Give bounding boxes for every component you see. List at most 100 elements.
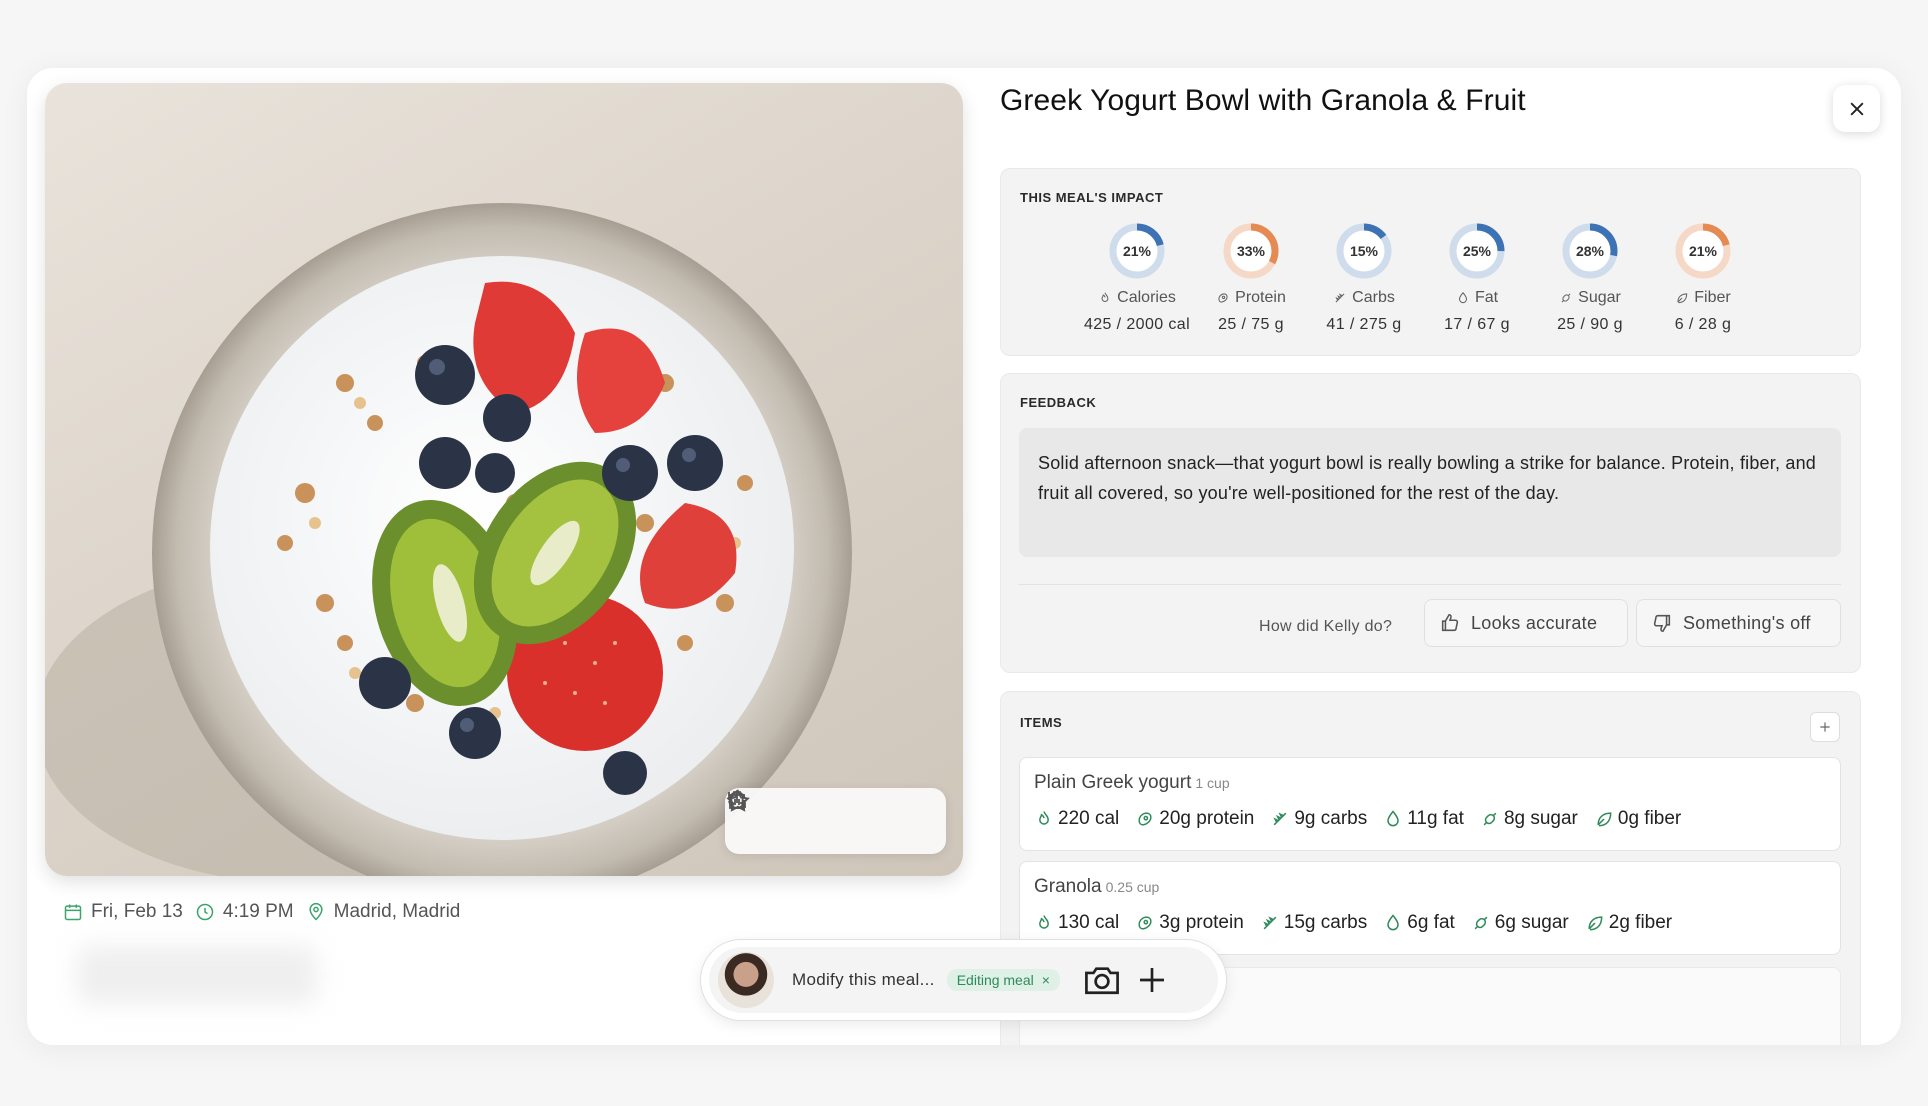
blurred-placeholder: [77, 946, 317, 1004]
editing-meal-tag: Editing meal ×: [946, 969, 1060, 991]
wheat-icon: [1263, 916, 1277, 930]
flame-icon: [1039, 811, 1049, 825]
nutrient-value: 9g carbs: [1294, 808, 1368, 829]
meal-impact-card: THIS MEAL'S IMPACT 21% Calories 425 / 2000…: [1000, 168, 1861, 356]
drop-icon: [1458, 291, 1467, 304]
metric-label-row: Fiber: [1633, 289, 1773, 307]
metric-label: Fat: [1474, 289, 1499, 306]
list-item[interactable]: Plain Greek yogurt 1 cup 220 cal 20g protei…: [1019, 757, 1841, 851]
nutrient-value: 6g sugar: [1494, 912, 1569, 933]
metric-label: Calories: [1117, 289, 1176, 306]
nutrient-fat: 6g fat: [1383, 912, 1455, 934]
calendar-icon: [63, 902, 83, 922]
divider: [1019, 584, 1841, 585]
nutrient-fiber: 0g fiber: [1594, 808, 1681, 830]
metric-percent: 21%: [1688, 243, 1718, 259]
yogurt-bowl-image: [45, 203, 852, 876]
drop-icon: [1387, 914, 1400, 931]
add-button[interactable]: [1136, 964, 1168, 996]
progress-ring: 25%: [1447, 221, 1507, 281]
progress-ring: 21%: [1673, 221, 1733, 281]
editing-meal-label: Editing meal: [956, 972, 1034, 988]
plus-icon: [1820, 722, 1830, 732]
feedback-text: Solid afternoon snack—that yogurt bowl i…: [1019, 428, 1841, 557]
thumbs-down-icon: [1653, 614, 1671, 633]
flame-icon: [1039, 915, 1049, 929]
progress-ring: 21%: [1107, 221, 1167, 281]
metric-value: 6 / 28 g: [1674, 316, 1732, 333]
candy-icon: [1474, 916, 1488, 930]
item-name: Plain Greek yogurt: [1034, 772, 1192, 793]
nutrient-row: 220 cal 20g protein 9g carbs 11g fat 8g suga…: [1034, 808, 1826, 830]
steak-icon: [1218, 293, 1228, 303]
meal-time: 4:19 PM: [222, 901, 294, 922]
page-title: Greek Yogurt Bowl with Granola & Fruit: [1000, 84, 1526, 117]
star-icon[interactable]: [726, 789, 877, 838]
metric-percent: 28%: [1575, 243, 1605, 259]
wheat-icon: [1273, 812, 1287, 826]
metric-label: Carbs: [1352, 289, 1395, 306]
refresh-icon[interactable]: [728, 791, 926, 838]
camera-icon: [1085, 967, 1119, 995]
feedback-heading: FEEDBACK: [1020, 395, 1097, 410]
steak-icon: [1138, 916, 1152, 930]
nutrient-value: 130 cal: [1058, 912, 1120, 933]
metric-label: Sugar: [1578, 289, 1621, 306]
close-icon: [1850, 102, 1863, 115]
avatar: [718, 952, 774, 1008]
metric-percent: 21%: [1122, 243, 1152, 259]
meal-date: Fri, Feb 13: [91, 901, 183, 922]
feedback-card: FEEDBACK Solid afternoon snack—that yogu…: [1000, 373, 1861, 673]
metric-percent: 15%: [1349, 243, 1379, 259]
nutrient-value: 3g protein: [1159, 912, 1244, 933]
nutrient-value: 15g carbs: [1283, 912, 1368, 933]
metric-label: Fiber: [1694, 289, 1731, 306]
leaf-icon: [1677, 293, 1688, 304]
metric-label: Protein: [1235, 289, 1286, 306]
somethings-off-label: Something's off: [1683, 612, 1811, 633]
progress-ring: 28%: [1560, 221, 1620, 281]
drop-icon: [1387, 810, 1399, 827]
leaf-icon: [1597, 812, 1612, 827]
share-icon[interactable]: [729, 789, 828, 838]
nutrient-value: 8g sugar: [1503, 808, 1578, 829]
nutrient-sugar: 6g sugar: [1471, 912, 1569, 934]
meal-photo: [45, 83, 963, 876]
nutrient-value: 6g fat: [1407, 912, 1455, 933]
chat-input-area[interactable]: Modify this meal... Editing meal ×: [709, 947, 1218, 1013]
camera-button[interactable]: [1082, 963, 1122, 997]
nutrient-sugar: 8g sugar: [1480, 808, 1578, 830]
nutrient-fat: 11g fat: [1383, 808, 1464, 830]
metric-percent: 25%: [1462, 243, 1492, 259]
nutrient-carbs: 9g carbs: [1270, 808, 1367, 830]
progress-ring: 15%: [1334, 221, 1394, 281]
meal-detail-modal: Fri, Feb 13 4:19 PM Madrid, Madrid Greek…: [27, 68, 1901, 1045]
nutrient-value: 11g fat: [1407, 808, 1464, 829]
nutrient-cal: 130 cal: [1034, 912, 1119, 934]
nutrient-value: 220 cal: [1058, 808, 1120, 829]
item-quantity: 1 cup: [1195, 775, 1230, 791]
nutrient-value: 2g fiber: [1608, 912, 1673, 933]
nutrient-protein: 20g protein: [1135, 808, 1254, 830]
chat-input[interactable]: Modify this meal...: [792, 970, 935, 990]
items-heading: ITEMS: [1020, 715, 1063, 730]
thumbs-up-icon: [1441, 613, 1459, 632]
remove-tag-icon[interactable]: ×: [1042, 972, 1050, 988]
somethings-off-button[interactable]: Something's off: [1636, 599, 1841, 647]
impact-heading: THIS MEAL'S IMPACT: [1020, 190, 1164, 205]
candy-icon: [1483, 812, 1497, 826]
photo-action-bar: [725, 788, 946, 854]
looks-accurate-label: Looks accurate: [1471, 612, 1598, 633]
leaf-icon: [1588, 916, 1603, 931]
steak-icon: [1138, 812, 1152, 826]
looks-accurate-button[interactable]: Looks accurate: [1424, 599, 1628, 647]
location-pin-icon: [306, 902, 326, 922]
nutrient-fiber: 2g fiber: [1585, 912, 1672, 934]
nutrient-row: 130 cal 3g protein 15g carbs 6g fat 6g sugar…: [1034, 912, 1826, 934]
meal-location: Madrid, Madrid: [333, 901, 461, 922]
add-item-button[interactable]: [1810, 712, 1840, 742]
close-button[interactable]: [1833, 85, 1880, 132]
plus-icon: [1139, 968, 1164, 992]
clock-icon: [195, 902, 215, 922]
item-name: Granola: [1034, 876, 1102, 897]
